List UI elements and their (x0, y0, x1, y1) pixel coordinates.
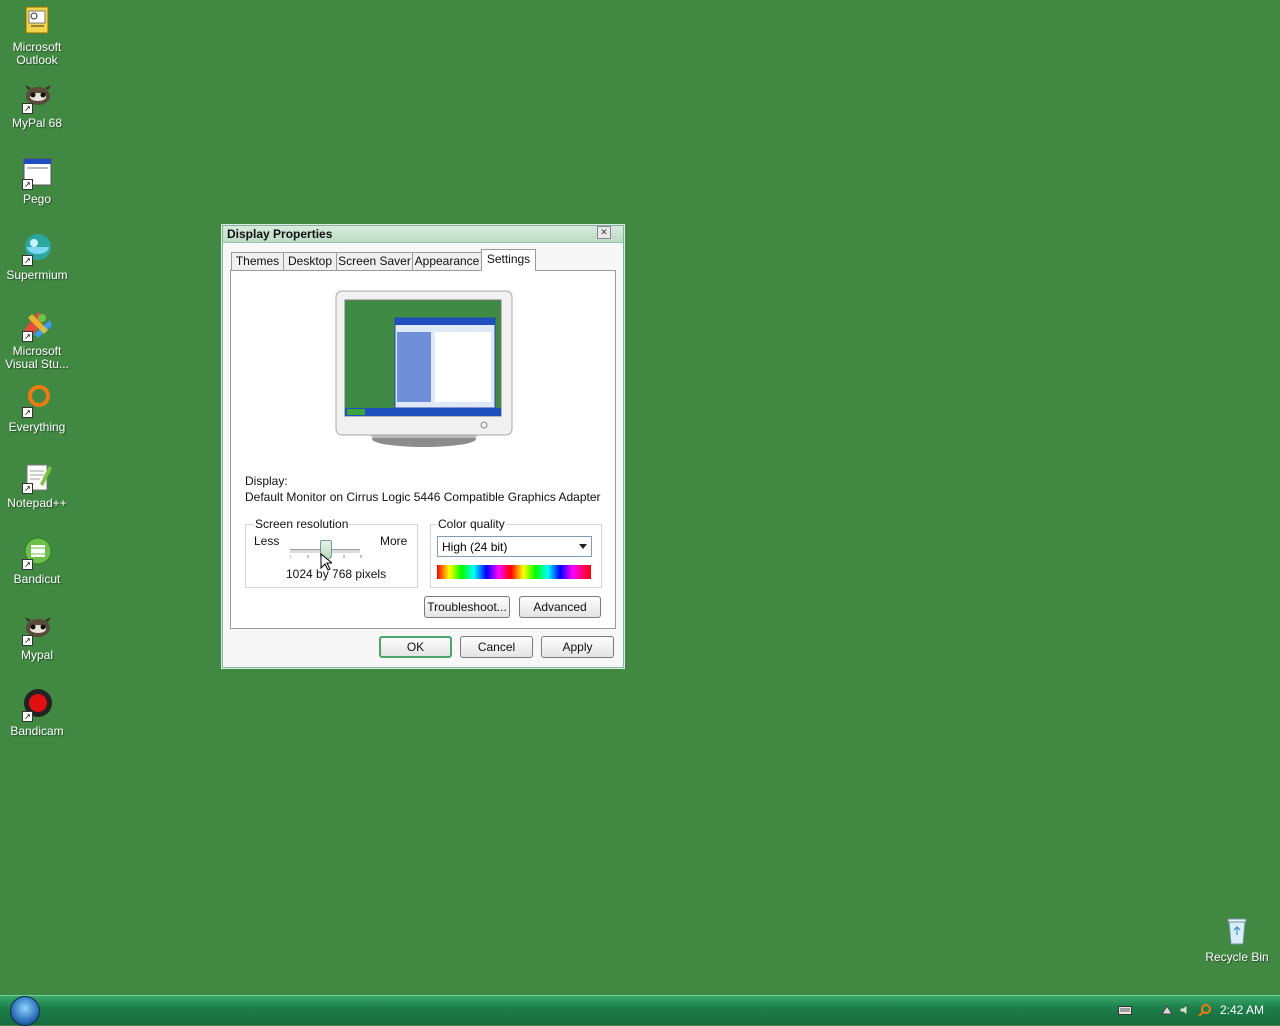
desktop-icon-label: Everything (8, 420, 66, 434)
resolution-value: 1024 by 768 pixels (286, 567, 387, 581)
supermium-icon: ↗ (20, 232, 54, 266)
resolution-less-label: Less (254, 534, 280, 548)
color-quality-selected-value: High (24 bit) (442, 540, 508, 554)
shortcut-arrow-icon: ↗ (22, 255, 33, 266)
search-icon[interactable] (1198, 1004, 1212, 1016)
taskbar-clock[interactable]: 2:42 AM (1220, 1003, 1264, 1017)
display-properties-dialog: Display Properties ✕ Themes Desktop Scre… (222, 225, 624, 668)
desktop-icon-label: Notepad++ (7, 496, 67, 510)
everything-icon: ↗ (20, 384, 54, 418)
tab-settings[interactable]: Settings (481, 249, 536, 271)
desktop-icon-bandicut[interactable]: ↗ Bandicut (0, 536, 74, 586)
monitor-preview (335, 290, 513, 450)
color-quality-group: Color quality High (24 bit) (430, 517, 602, 588)
desktop-icon-outlook[interactable]: Microsoft Outlook (0, 4, 74, 67)
apply-button[interactable]: Apply (541, 636, 614, 658)
desktop-icon-recycle-bin[interactable]: Recycle Bin (1200, 914, 1274, 964)
desktop-icon-label: Outlook (16, 53, 58, 67)
desktop-icon-label: Recycle Bin (1205, 950, 1269, 964)
chevron-down-icon[interactable] (579, 544, 587, 549)
tab-themes[interactable]: Themes (231, 252, 284, 270)
mypal-icon: ↗ (20, 80, 54, 114)
ok-button[interactable]: OK (379, 636, 452, 658)
recycle-bin-icon (1220, 914, 1254, 948)
color-spectrum-bar (437, 565, 591, 579)
settings-panel: Display: Default Monitor on Cirrus Logic… (230, 270, 616, 629)
display-adapter-value: Default Monitor on Cirrus Logic 5446 Com… (245, 490, 601, 504)
dialog-titlebar[interactable]: Display Properties ✕ (223, 226, 623, 243)
shortcut-arrow-icon: ↗ (22, 559, 33, 570)
mouse-cursor-icon (320, 553, 332, 571)
shortcut-arrow-icon: ↗ (22, 711, 33, 722)
cancel-button[interactable]: Cancel (460, 636, 533, 658)
desktop-icon-mypal68[interactable]: ↗ MyPal 68 (0, 80, 74, 130)
color-quality-label: Color quality (437, 517, 506, 531)
visual-studio-icon: ↗ (20, 308, 54, 342)
tab-screen-saver[interactable]: Screen Saver (336, 252, 413, 270)
notepad-plus-plus-icon: ↗ (20, 460, 54, 494)
bandicam-icon: ↗ (20, 688, 54, 722)
desktop-icon-everything[interactable]: ↗ Everything (0, 384, 74, 434)
desktop-icon-supermium[interactable]: ↗ Supermium (0, 232, 74, 282)
desktop-icon-label: Visual Stu... (5, 357, 69, 371)
shortcut-arrow-icon: ↗ (22, 635, 33, 646)
display-label: Display: (245, 474, 288, 488)
desktop-icon-label: Bandicut (13, 572, 61, 586)
color-quality-select[interactable]: High (24 bit) (437, 536, 592, 557)
shortcut-arrow-icon: ↗ (22, 103, 33, 114)
troubleshoot-button[interactable]: Troubleshoot... (424, 596, 510, 618)
network-icon[interactable] (1160, 1004, 1174, 1016)
desktop-icon-bandicam[interactable]: ↗ Bandicam (0, 688, 74, 738)
tab-desktop[interactable]: Desktop (283, 252, 337, 270)
screen-resolution-label: Screen resolution (254, 517, 350, 531)
tab-appearance[interactable]: Appearance (412, 252, 482, 270)
shortcut-arrow-icon: ↗ (22, 331, 33, 342)
desktop-icon-visual-studio[interactable]: ↗ Microsoft Visual Stu... (0, 308, 74, 371)
desktop-icon-label: Pego (22, 192, 52, 206)
advanced-button[interactable]: Advanced (519, 596, 601, 618)
keyboard-icon[interactable] (1118, 1004, 1132, 1016)
desktop-icon-label: Supermium (6, 268, 68, 282)
outlook-icon (20, 4, 54, 38)
pego-icon: ↗ (20, 156, 54, 190)
shortcut-arrow-icon: ↗ (22, 179, 33, 190)
dialog-title: Display Properties (227, 227, 333, 241)
close-icon[interactable]: ✕ (597, 226, 611, 239)
desktop-icon-label: Mypal (20, 648, 53, 662)
resolution-more-label: More (380, 534, 408, 548)
desktop-icon-notepadpp[interactable]: ↗ Notepad++ (0, 460, 74, 510)
desktop-icon-pego[interactable]: ↗ Pego (0, 156, 74, 206)
shortcut-arrow-icon: ↗ (22, 407, 33, 418)
shortcut-arrow-icon: ↗ (22, 483, 33, 494)
volume-icon[interactable] (1178, 1004, 1192, 1016)
mypal-icon: ↗ (20, 612, 54, 646)
desktop-icon-label: Bandicam (10, 724, 64, 738)
bandicut-icon: ↗ (20, 536, 54, 570)
start-button[interactable] (10, 996, 40, 1026)
desktop-icon-mypal[interactable]: ↗ Mypal (0, 612, 74, 662)
taskbar: 2:42 AM (0, 995, 1280, 1026)
desktop-icon-label: MyPal 68 (11, 116, 63, 130)
